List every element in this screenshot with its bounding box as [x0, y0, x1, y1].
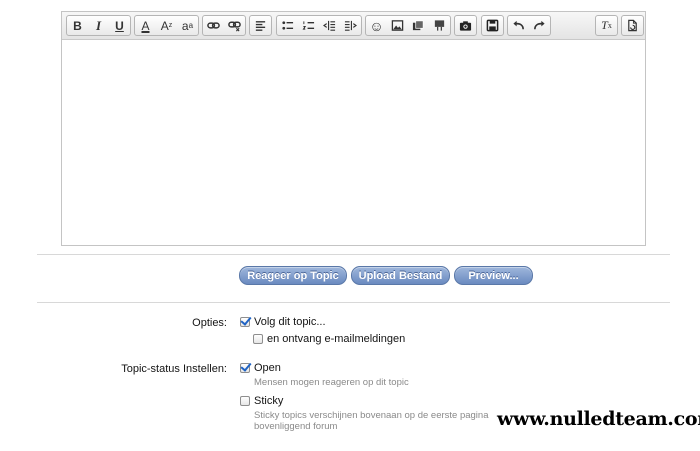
restore-group	[621, 15, 644, 36]
indent-icon[interactable]	[340, 16, 361, 35]
remove-format-group: Tx	[595, 15, 618, 36]
preview-button[interactable]: Preview...	[454, 266, 533, 285]
unlink-icon[interactable]	[224, 16, 245, 35]
editor-text-area[interactable]	[62, 41, 645, 245]
options-label: Opties:	[192, 317, 227, 329]
email-notify-label: en ontvang e-mailmeldingen	[267, 333, 406, 345]
quote-icon[interactable]	[429, 16, 450, 35]
image-icon[interactable]	[387, 16, 408, 35]
link-group	[202, 15, 246, 36]
italic-icon[interactable]: I	[88, 16, 109, 35]
upload-file-button[interactable]: Upload Bestand	[351, 266, 450, 285]
sticky-hint-2: bovenliggend forum	[254, 421, 338, 432]
open-checkbox[interactable]	[240, 363, 250, 373]
font-size-icon[interactable]: Az	[156, 16, 177, 35]
open-option[interactable]: Open	[240, 362, 281, 374]
bold-icon[interactable]: B	[67, 16, 88, 35]
follow-topic-option[interactable]: Volg dit topic...	[240, 316, 326, 328]
history-group	[507, 15, 551, 36]
email-notify-checkbox[interactable]	[253, 334, 263, 344]
sticky-checkbox[interactable]	[240, 396, 250, 406]
align-left-icon[interactable]	[250, 16, 271, 35]
sticky-hint: Sticky topics verschijnen bovenaan op de…	[254, 410, 489, 421]
redo-icon[interactable]	[529, 16, 550, 35]
divider	[37, 254, 670, 255]
remove-format-icon[interactable]: Tx	[596, 16, 617, 35]
insert-group: ☺	[365, 15, 451, 36]
font-group: A Az aa	[134, 15, 199, 36]
align-group	[249, 15, 272, 36]
save-icon[interactable]	[482, 16, 503, 35]
camera-group	[454, 15, 477, 36]
follow-topic-label: Volg dit topic...	[254, 316, 326, 328]
list-group	[276, 15, 362, 36]
numbered-list-icon[interactable]	[298, 16, 319, 35]
email-notify-option[interactable]: en ontvang e-mailmeldingen	[253, 333, 405, 345]
topic-status-label: Topic-status Instellen:	[121, 363, 227, 375]
undo-icon[interactable]	[508, 16, 529, 35]
divider	[37, 302, 670, 303]
link-icon[interactable]	[203, 16, 224, 35]
rich-text-editor: B I U A Az aa ☺ T x	[61, 11, 646, 246]
smiley-icon[interactable]: ☺	[366, 16, 387, 35]
sticky-label: Sticky	[254, 395, 284, 407]
font-style-icon[interactable]: aa	[177, 16, 198, 35]
text-color-icon[interactable]: A	[135, 16, 156, 35]
underline-icon[interactable]: U	[109, 16, 130, 35]
reply-button[interactable]: Reageer op Topic	[239, 266, 347, 285]
bullet-list-icon[interactable]	[277, 16, 298, 35]
editor-toolbar: B I U A Az aa ☺ T x	[62, 12, 645, 40]
sticky-option[interactable]: Sticky	[240, 395, 283, 407]
camera-icon[interactable]	[455, 16, 476, 35]
save-group	[481, 15, 504, 36]
open-hint: Mensen mogen reageren op dit topic	[254, 377, 409, 388]
format-group: B I U	[66, 15, 131, 36]
outdent-icon[interactable]	[319, 16, 340, 35]
follow-topic-checkbox[interactable]	[240, 317, 250, 327]
open-label: Open	[254, 362, 281, 374]
restore-icon[interactable]	[622, 16, 643, 35]
watermark: www.nulledteam.com	[497, 408, 700, 430]
media-icon[interactable]	[408, 16, 429, 35]
